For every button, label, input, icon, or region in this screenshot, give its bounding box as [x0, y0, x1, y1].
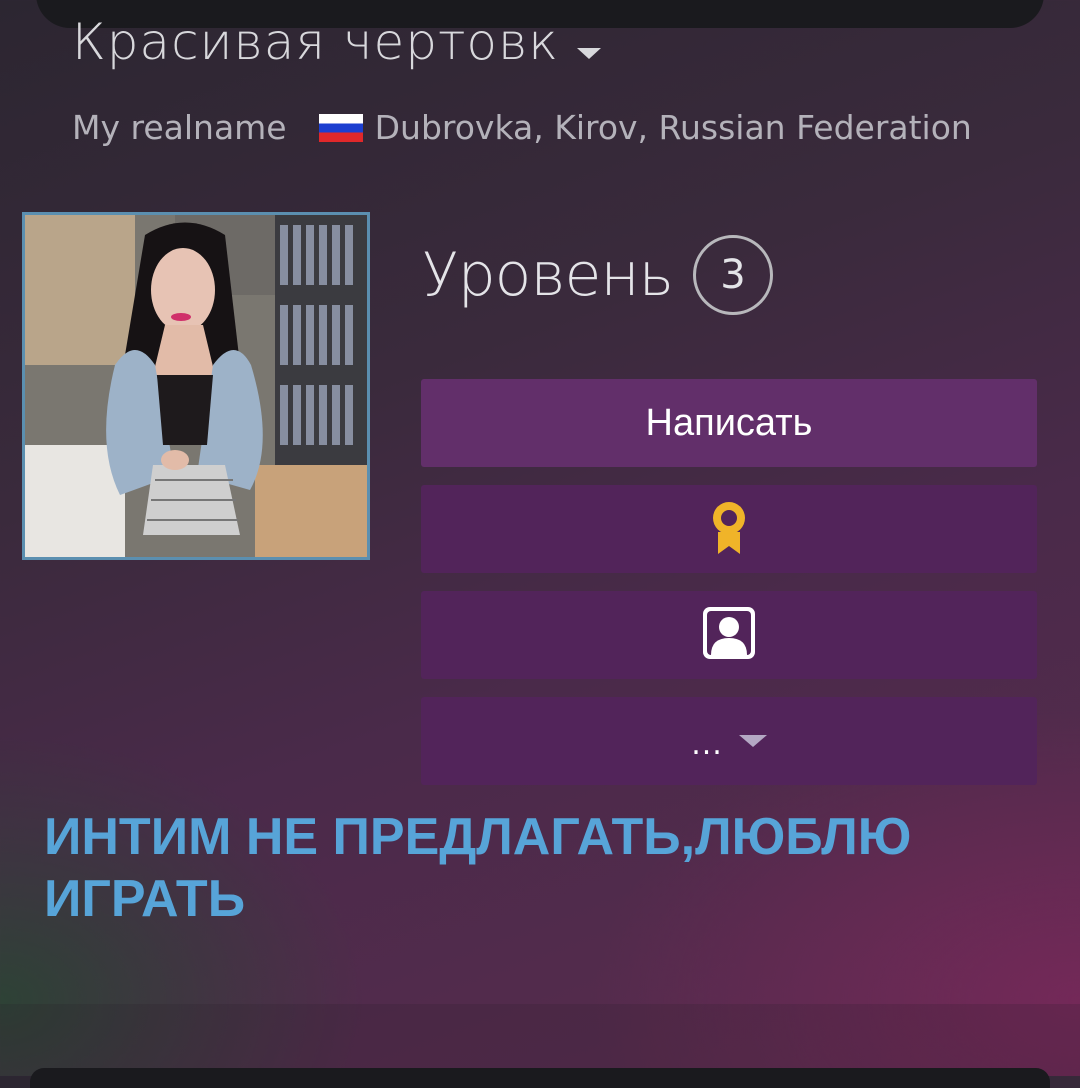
real-name: My realname [72, 108, 287, 147]
award-button[interactable] [421, 485, 1037, 573]
add-friend-icon [701, 605, 757, 665]
level-display: Уровень 3 [422, 230, 774, 320]
section-divider [0, 1004, 1080, 1076]
add-friend-button[interactable] [421, 591, 1037, 679]
bottom-panel-edge [30, 1068, 1050, 1088]
level-badge: 3 [693, 235, 774, 315]
award-ribbon-icon [709, 498, 749, 560]
more-options-button[interactable]: ... [421, 697, 1037, 785]
persona-name-dropdown[interactable]: Красивая чертовк [72, 10, 601, 82]
avatar[interactable] [22, 212, 370, 560]
more-label: ... [691, 726, 723, 762]
message-button-label: Написать [645, 401, 813, 444]
message-button[interactable]: Написать [421, 379, 1037, 467]
location: Dubrovka, Kirov, Russian Federation [374, 108, 972, 147]
persona-name: Красивая чертовк [72, 13, 559, 71]
avatar-photo [25, 215, 367, 557]
chevron-down-icon [738, 735, 767, 747]
russia-flag-icon [318, 113, 363, 142]
profile-summary: ИНТИМ НЕ ПРЕДЛАГАТЬ,ЛЮБЛЮ ИГРАТЬ [44, 808, 912, 928]
chevron-down-icon [576, 47, 601, 59]
level-label: Уровень [422, 240, 674, 310]
profile-info-row: My realname Dubrovka, Kirov, Russian Fed… [72, 108, 972, 147]
